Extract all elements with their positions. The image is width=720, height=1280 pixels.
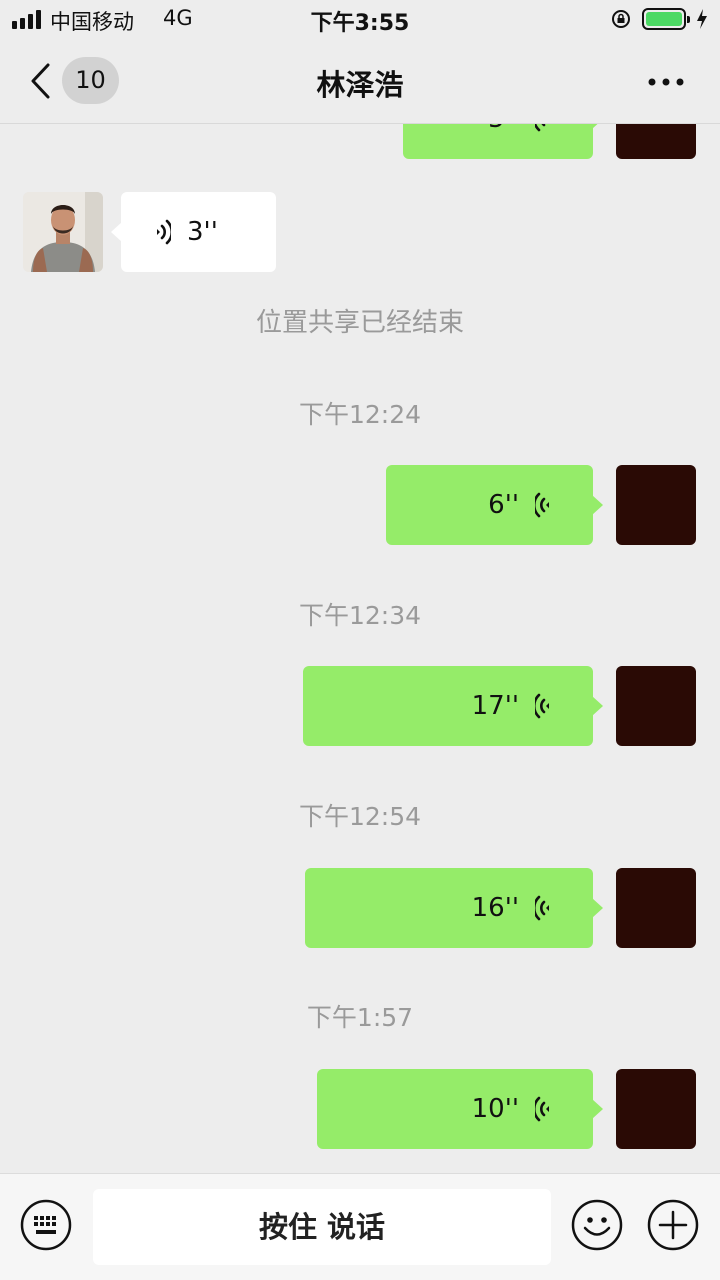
- sent-voice-message[interactable]: 5'': [403, 124, 603, 159]
- keyboard-icon[interactable]: [20, 1199, 72, 1251]
- voice-wave-icon: [535, 895, 549, 921]
- self-avatar[interactable]: [616, 1069, 696, 1149]
- voice-duration: 10'': [471, 1094, 519, 1124]
- received-voice-message[interactable]: 3'': [111, 192, 276, 272]
- message-list[interactable]: 5'' 3'' 位置共享已经结束 下午12:24 6: [0, 124, 720, 1173]
- chat-title: 林泽浩: [316, 68, 404, 102]
- chat-header: 10 林泽浩: [0, 40, 720, 124]
- voice-wave-icon: [535, 693, 549, 719]
- voice-duration: 5'': [488, 124, 519, 159]
- self-avatar[interactable]: [616, 465, 696, 545]
- message-timestamp: 下午12:34: [298, 601, 422, 630]
- message-timestamp: 下午1:57: [306, 1003, 414, 1032]
- sent-voice-message[interactable]: 17'': [303, 666, 603, 746]
- voice-wave-icon: [535, 492, 549, 518]
- voice-duration: 6'': [488, 490, 519, 520]
- voice-duration: 3'': [187, 217, 218, 247]
- sent-voice-message[interactable]: 10'': [317, 1069, 603, 1149]
- input-bar: 按住 说话: [0, 1173, 720, 1280]
- status-bar: 中国移动 4G 下午3:55: [0, 0, 720, 40]
- lock-rotation-icon: [612, 10, 630, 28]
- battery-icon: [642, 8, 690, 30]
- sent-voice-message[interactable]: 16'': [305, 868, 603, 948]
- voice-duration: 16'': [471, 893, 519, 923]
- message-timestamp: 下午12:24: [298, 400, 422, 429]
- self-avatar[interactable]: [616, 666, 696, 746]
- voice-wave-icon: [535, 124, 546, 132]
- contact-avatar[interactable]: [23, 192, 103, 272]
- sent-voice-message[interactable]: 6'': [386, 465, 603, 545]
- voice-wave-icon: [157, 219, 171, 245]
- voice-duration: 17'': [471, 691, 519, 721]
- hold-to-talk-button[interactable]: 按住 说话: [93, 1189, 551, 1265]
- message-timestamp: 下午12:54: [298, 802, 422, 831]
- self-avatar[interactable]: [616, 868, 696, 948]
- system-message: 位置共享已经结束: [255, 308, 464, 338]
- plus-icon[interactable]: [647, 1199, 699, 1251]
- more-icon[interactable]: [646, 76, 686, 88]
- emoji-icon[interactable]: [571, 1199, 623, 1251]
- self-avatar[interactable]: [616, 124, 696, 159]
- voice-wave-icon: [535, 1096, 549, 1122]
- charging-icon: [697, 9, 707, 29]
